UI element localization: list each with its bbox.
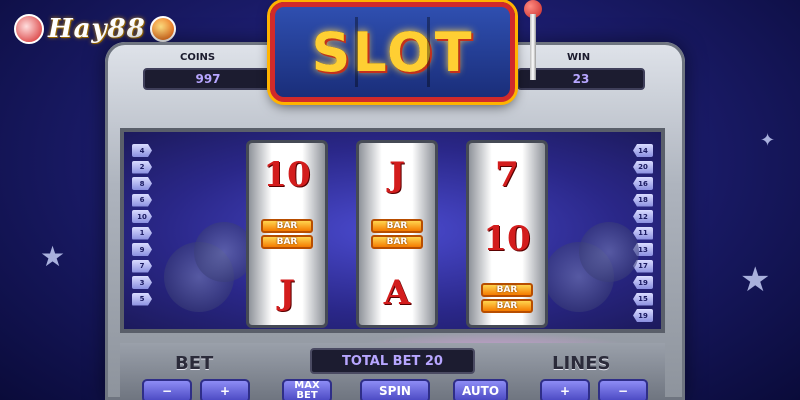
- slot-title: SLOT: [311, 20, 474, 84]
- bar-chip: BAR: [261, 219, 313, 233]
- dragon-icon: [149, 16, 176, 42]
- lever-rod: [530, 14, 536, 80]
- payline-tag[interactable]: 4: [132, 144, 152, 157]
- spin-lever[interactable]: [520, 0, 544, 80]
- control-panel: BET TOTAL BET 20 LINES − + MAX BET SPIN …: [120, 343, 665, 400]
- payline-tag[interactable]: 8: [132, 177, 152, 190]
- payline-tag[interactable]: 2: [132, 160, 152, 174]
- payline-tag[interactable]: 3: [132, 276, 152, 289]
- win-label: WIN: [567, 52, 591, 63]
- bar-chip: BAR: [481, 283, 533, 297]
- payline-tag[interactable]: 11: [633, 226, 653, 240]
- bet-increase-button[interactable]: +: [200, 379, 250, 400]
- star-icon: ★: [40, 240, 66, 273]
- max-bet-button[interactable]: MAX BET: [282, 379, 332, 400]
- total-bet-display: TOTAL BET 20: [310, 348, 475, 374]
- reel-1: 10 BAR BAR J: [246, 140, 328, 328]
- lines-label: LINES: [552, 353, 611, 374]
- payline-tag[interactable]: 12: [633, 210, 653, 223]
- payline-tag[interactable]: 19: [633, 276, 653, 289]
- bar-symbol: BAR BAR: [371, 219, 423, 249]
- coin-stack-icon: [579, 222, 639, 282]
- lines-increase-button[interactable]: +: [540, 379, 590, 400]
- coins-label: COINS: [180, 52, 216, 63]
- coin-stack-icon: [194, 222, 254, 282]
- bar-symbol: BAR BAR: [481, 283, 533, 313]
- star-icon: ✦: [760, 130, 776, 151]
- payline-indicators-left: 4 2 8 6 10 1 9 7 3 5: [132, 144, 152, 306]
- slot-title-drum: SLOT: [270, 2, 515, 102]
- reel-symbol: 10: [483, 219, 531, 259]
- payline-tag[interactable]: 18: [633, 193, 653, 207]
- star-icon: ★: [740, 260, 771, 300]
- coins-display: 997: [143, 68, 273, 90]
- spin-button[interactable]: SPIN: [360, 379, 430, 400]
- payline-tag[interactable]: 1: [132, 226, 152, 240]
- bar-chip: BAR: [481, 299, 533, 313]
- bar-chip: BAR: [261, 235, 313, 249]
- payline-tag[interactable]: 19: [633, 309, 653, 322]
- reel-window: 4 2 8 6 10 1 9 7 3 5 14 20 16 18 12 11 1…: [120, 128, 665, 372]
- payline-tag[interactable]: 14: [633, 144, 653, 157]
- payline-tag[interactable]: 7: [132, 259, 152, 273]
- mascot-icon: [14, 14, 44, 44]
- bet-decrease-button[interactable]: −: [142, 379, 192, 400]
- payline-tag[interactable]: 10: [132, 210, 152, 223]
- bet-label: BET: [175, 353, 214, 374]
- lines-decrease-button[interactable]: −: [598, 379, 648, 400]
- bar-chip: BAR: [371, 219, 423, 233]
- bar-symbol: BAR BAR: [261, 219, 313, 249]
- reel-symbol: 10: [263, 155, 311, 195]
- payline-tag[interactable]: 15: [633, 292, 653, 306]
- reel-symbol: J: [388, 155, 406, 195]
- reel-symbol: 7: [495, 155, 519, 195]
- payline-tag[interactable]: 6: [132, 193, 152, 207]
- bar-chip: BAR: [371, 235, 423, 249]
- brand-logo[interactable]: Hay88: [14, 14, 176, 44]
- payline-tag[interactable]: 16: [633, 177, 653, 190]
- payline-tag[interactable]: 5: [132, 292, 152, 306]
- reel-symbol: A: [383, 273, 411, 313]
- auto-spin-button[interactable]: AUTO: [453, 379, 508, 400]
- reel-symbol: J: [278, 273, 296, 313]
- reel-3: 7 10 BAR BAR: [466, 140, 548, 328]
- payline-indicators-right: 14 20 16 18 12 11 13 17 19 15 19: [633, 144, 653, 322]
- logo-text: Hay88: [48, 14, 146, 44]
- payline-tag[interactable]: 20: [633, 160, 653, 174]
- reel-2: J BAR BAR A: [356, 140, 438, 328]
- payline-tag[interactable]: 9: [132, 243, 152, 256]
